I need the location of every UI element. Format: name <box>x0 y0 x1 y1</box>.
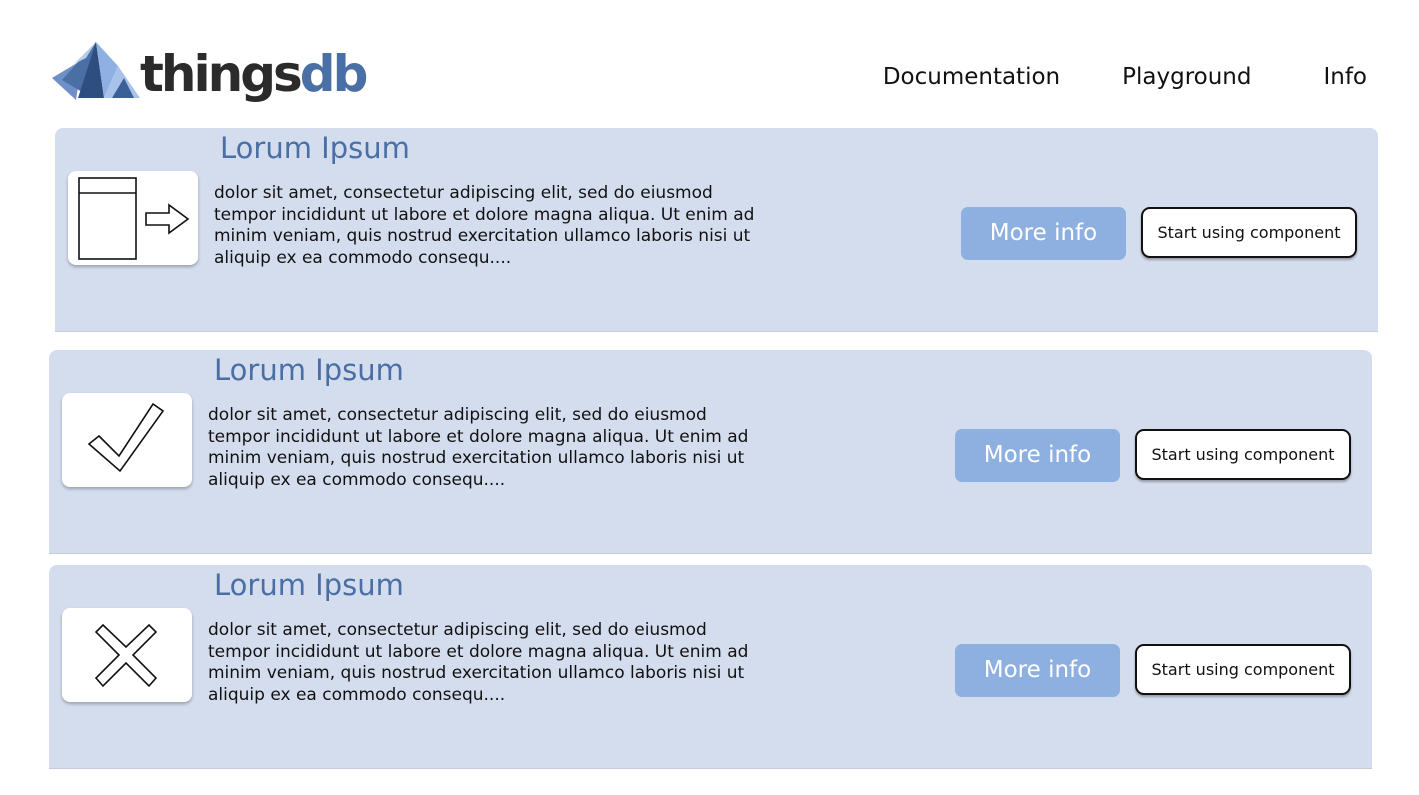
card-description: dolor sit amet, consectetur adipiscing e… <box>214 183 755 268</box>
main-nav: Documentation Playground Info <box>883 62 1367 92</box>
thingsdb-logo[interactable]: thingsdb <box>52 40 368 114</box>
card-title: Lorum Ipsum <box>214 353 404 387</box>
logo-text-things: things <box>140 45 303 103</box>
cross-icon <box>94 623 158 688</box>
card-description: dolor sit amet, consectetur adipiscing e… <box>208 405 749 490</box>
card-icon-box <box>62 393 192 487</box>
card-description: dolor sit amet, consectetur adipiscing e… <box>208 620 749 705</box>
component-card: Lorum Ipsum dolor sit amet, consectetur … <box>49 565 1372 769</box>
more-info-button[interactable]: More info <box>955 429 1120 482</box>
nav-playground[interactable]: Playground <box>1122 62 1251 92</box>
card-title: Lorum Ipsum <box>214 568 404 602</box>
component-card: Lorum Ipsum dolor sit amet, consectetur … <box>49 350 1372 554</box>
nav-documentation[interactable]: Documentation <box>883 62 1060 92</box>
card-icon-box <box>62 608 192 702</box>
export-arrow-icon <box>78 177 190 260</box>
card-title: Lorum Ipsum <box>220 131 410 165</box>
start-using-component-button[interactable]: Start using component <box>1141 207 1357 258</box>
start-using-component-button[interactable]: Start using component <box>1135 644 1351 695</box>
more-info-button[interactable]: More info <box>955 644 1120 697</box>
card-icon-box <box>68 171 198 265</box>
checkmark-icon <box>87 402 165 473</box>
nav-info[interactable]: Info <box>1323 62 1367 92</box>
site-header: thingsdb Documentation Playground Info <box>0 0 1419 125</box>
logo-text-db: db <box>299 45 369 103</box>
more-info-button[interactable]: More info <box>961 207 1126 260</box>
logo-wordmark: thingsdb <box>140 44 369 104</box>
thingsdb-logo-mark-icon <box>52 42 140 100</box>
component-card: Lorum Ipsum dolor sit amet, consectetur … <box>55 128 1378 332</box>
start-using-component-button[interactable]: Start using component <box>1135 429 1351 480</box>
